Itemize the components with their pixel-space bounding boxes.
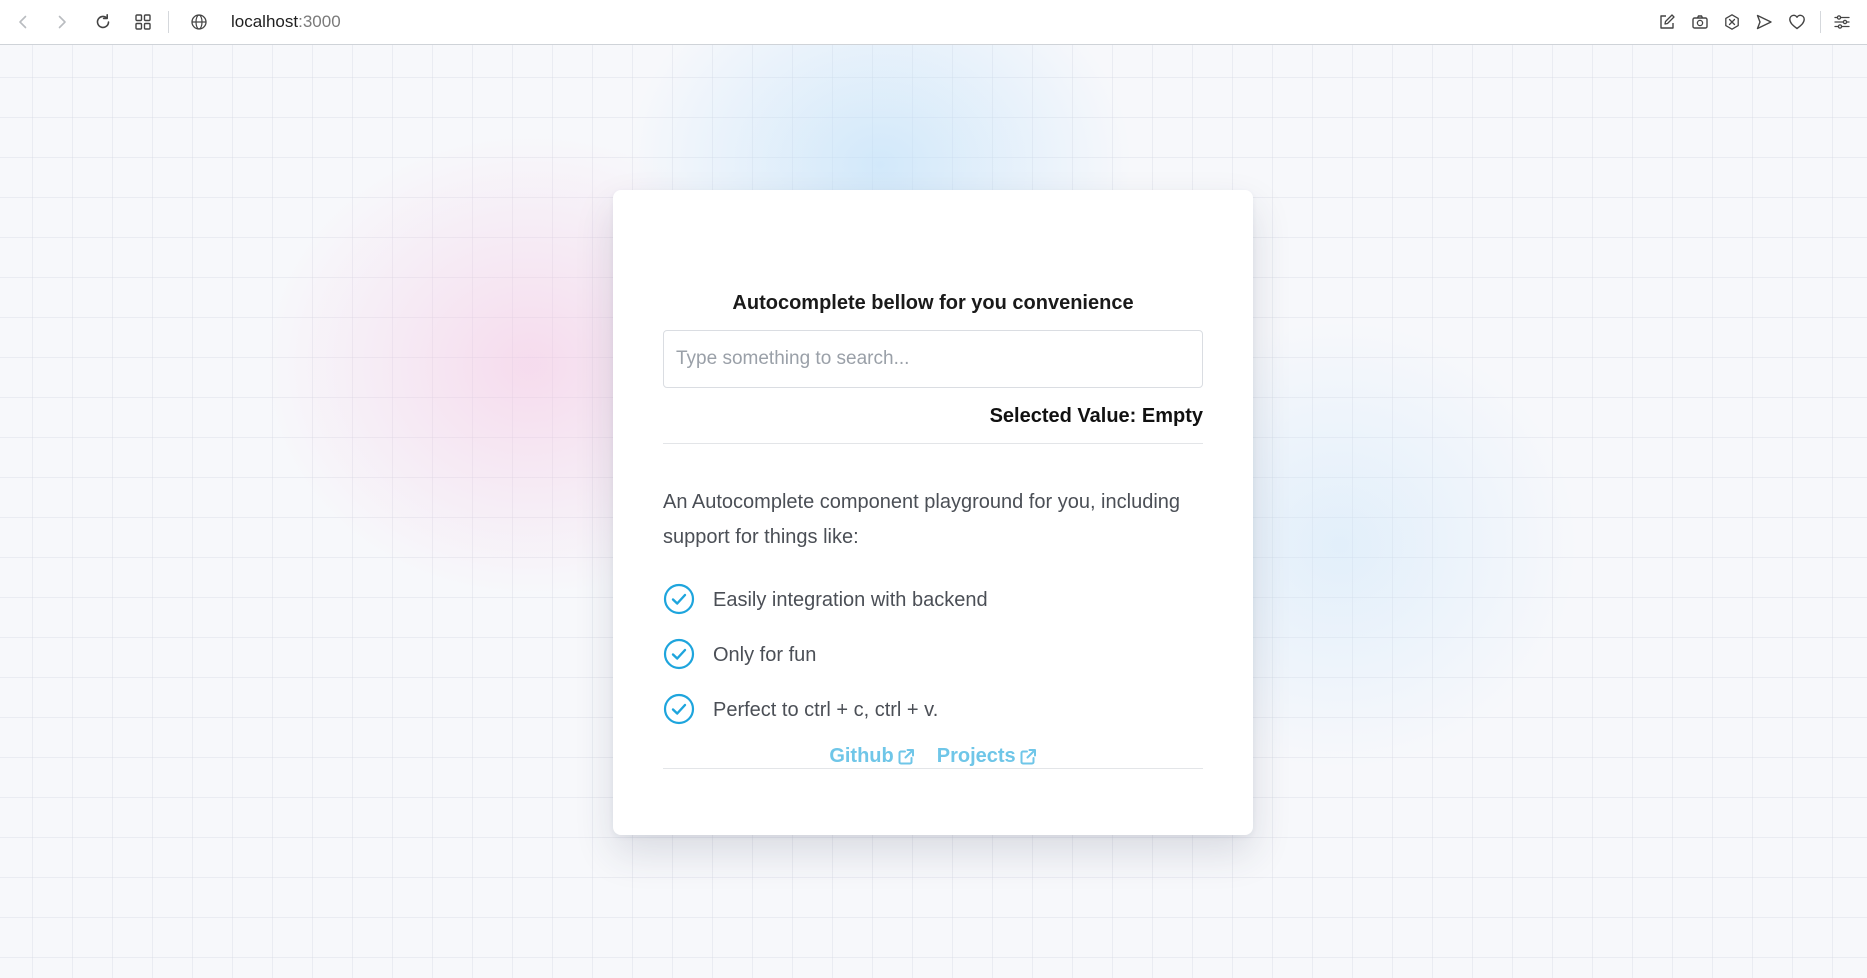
description: An Autocomplete component playground for… <box>663 491 1181 548</box>
external-link-icon <box>898 748 914 764</box>
autocomplete-card: Autocomplete bellow for you convenience … <box>613 190 1253 835</box>
check-circle-icon <box>663 693 695 725</box>
url-port: :3000 <box>298 12 341 31</box>
divider <box>663 443 1203 444</box>
address-bar[interactable]: localhost:3000 <box>231 11 341 33</box>
chevron-left-icon <box>19 15 27 29</box>
url-host: localhost <box>231 12 299 31</box>
screenshot-button[interactable] <box>1688 10 1712 34</box>
feature-label: Only for fun <box>713 644 817 666</box>
search-input[interactable] <box>663 330 1203 388</box>
projects-link-label: Projects <box>936 745 1016 767</box>
feature-label: Perfect to ctrl + c, ctrl + v. <box>713 699 939 721</box>
toolbar-divider <box>1820 11 1821 33</box>
sliders-icon <box>1834 15 1850 29</box>
check-circle-icon <box>663 583 695 615</box>
github-link-label: Github <box>829 745 894 767</box>
browser-toolbar: localhost:3000 <box>0 0 1867 45</box>
send-button[interactable] <box>1752 10 1776 34</box>
favorite-button[interactable] <box>1785 10 1809 34</box>
reload-button[interactable] <box>91 10 115 34</box>
check-circle-icon <box>663 638 695 670</box>
chevron-right-icon <box>58 15 66 29</box>
grid-icon <box>135 14 151 30</box>
feature-list: Easily integration with backend Only for… <box>663 583 988 748</box>
page-background: Autocomplete bellow for you convenience … <box>0 45 1867 978</box>
list-item: Only for fun <box>663 638 988 693</box>
projects-link[interactable]: Projects <box>937 745 1037 768</box>
tabs-grid-button[interactable] <box>131 10 155 34</box>
feature-label: Easily integration with backend <box>713 589 988 611</box>
forward-button[interactable] <box>50 10 74 34</box>
camera-icon <box>1692 15 1708 29</box>
footer-links: Github Projects <box>613 745 1253 768</box>
divider <box>663 768 1203 769</box>
send-icon <box>1756 14 1772 30</box>
block-button[interactable] <box>1720 10 1744 34</box>
selected-value: Selected Value: Empty <box>989 405 1203 427</box>
globe-icon <box>191 14 207 30</box>
github-link[interactable]: Github <box>829 745 914 768</box>
settings-button[interactable] <box>1830 10 1854 34</box>
card-title: Autocomplete bellow for you convenience <box>732 292 1134 314</box>
list-item: Easily integration with backend <box>663 583 988 638</box>
close-circle-icon <box>1725 14 1739 30</box>
heart-icon <box>1789 14 1805 30</box>
back-button[interactable] <box>11 10 35 34</box>
list-item: Perfect to ctrl + c, ctrl + v. <box>663 693 988 748</box>
reload-icon <box>96 14 110 29</box>
site-info-button[interactable] <box>187 10 211 34</box>
edit-button[interactable] <box>1655 10 1679 34</box>
toolbar-divider <box>168 11 169 33</box>
edit-icon <box>1660 14 1675 29</box>
external-link-icon <box>1020 748 1036 764</box>
